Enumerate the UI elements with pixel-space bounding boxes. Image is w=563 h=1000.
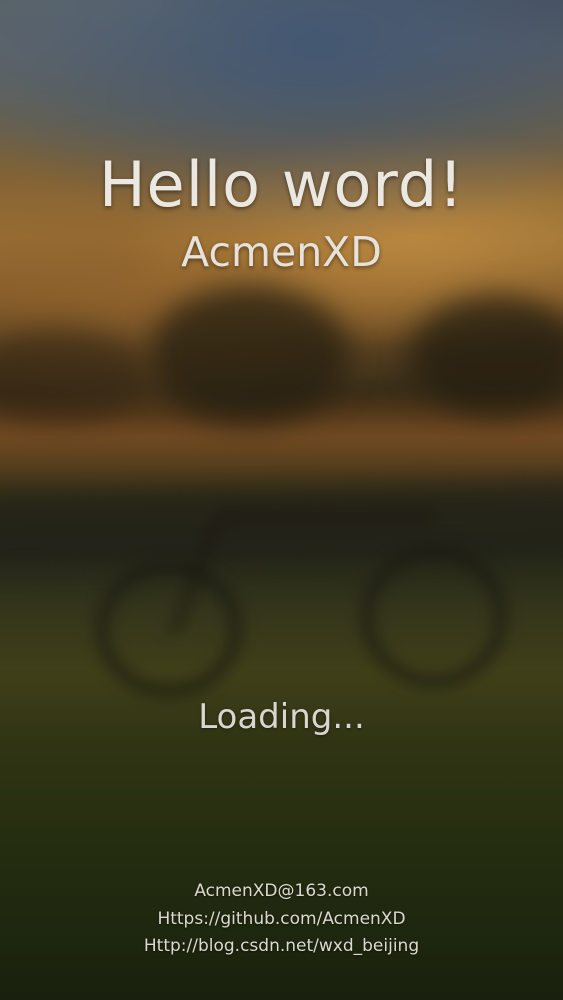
contact-email: AcmenXD@163.com	[194, 881, 369, 901]
contact-blog-link: Http://blog.csdn.net/wxd_beijing	[143, 936, 420, 956]
splash-title: Hello word!	[98, 148, 465, 221]
splash-screen: Hello word! AcmenXD Loading... AcmenXD@1…	[0, 0, 563, 1000]
contact-footer: AcmenXD@163.com Https://github.com/Acmen…	[0, 878, 563, 961]
loading-status: Loading...	[198, 697, 365, 737]
splash-subtitle: AcmenXD	[181, 228, 382, 276]
contact-github-link: Https://github.com/AcmenXD	[157, 908, 406, 929]
